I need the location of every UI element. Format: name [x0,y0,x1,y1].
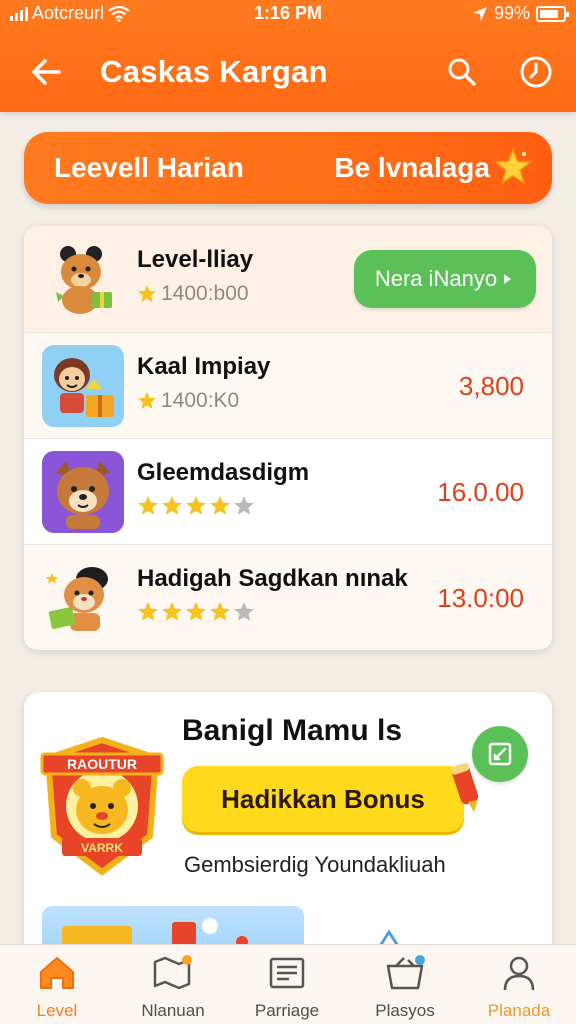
star-filled-icon [210,496,230,515]
edit-icon [488,742,512,766]
bonus-title: Banigl Mamu ls [182,714,403,747]
basket-icon [386,955,425,990]
star-rating [137,495,255,517]
nav-item-map[interactable]: Nlanuan [118,953,228,1023]
search-icon [448,58,476,86]
badge-top-text: RAOUTUR [67,756,137,772]
level-name: Gleemdasdigm [137,459,310,486]
nav-item-news[interactable]: Parriage [232,953,342,1023]
nav-label: Parriage [254,1001,320,1020]
back-button[interactable] [24,50,68,94]
clock-icon [520,56,552,88]
home-icon [40,957,74,989]
star-icon [138,285,156,302]
map-icon [153,955,192,990]
nav-item-level[interactable]: Level [2,953,112,1023]
nav-item-basket[interactable]: Plasyos [350,953,460,1023]
star-filled-icon [162,602,182,621]
bottom-nav: Level Nlanuan Parriage Plasyos Planada [0,944,576,1024]
star-filled-icon [138,496,158,515]
daily-level-banner[interactable]: Leevell Harian Be lvnalaga [24,132,552,204]
level-value: 3,800 [458,371,524,401]
star-filled-icon [162,496,182,515]
star-filled-icon [186,496,206,515]
level-name: Hadigah Sagdkan nınak [137,565,408,592]
banner-left-label: Leevell Harian [54,152,244,183]
star-empty-icon [234,496,254,515]
star-rating [137,601,255,623]
nav-label: Planada [487,1001,551,1020]
level-name: Level-lliay [137,246,254,273]
star-filled-icon [138,602,158,621]
page-title: Caskas Kargan [100,54,328,89]
nav-label: Nlanuan [141,1001,205,1020]
level-score-text: 1400:K0 [161,389,240,412]
battery-icon [536,5,569,22]
status-right: 99% [472,3,569,24]
play-button-label: Nera iNanyo [374,266,498,291]
list-item[interactable]: Gleemdasdigm 16.0.00 [24,438,552,544]
bear-badge: RAOUTUR VARRK [38,732,166,878]
chevron-right-icon [504,274,512,284]
search-button[interactable] [440,50,484,94]
star-icon [494,148,532,185]
news-icon [269,957,305,989]
bear-gift-thumbnail [42,238,124,320]
play-button[interactable]: Nera iNanyo [354,250,536,308]
badge-bottom-text: VARRK [81,841,123,855]
claim-bonus-button[interactable]: Hadikkan Bonus [182,766,464,832]
list-item[interactable]: Level-lliay 1400:b00 Nera iNanyo [24,226,552,332]
level-score-text: 1400:b00 [161,282,249,305]
bonus-description: Gembsierdig Youndakliuah [184,852,446,877]
battery-percent: 99% [493,3,530,23]
star-empty-icon [234,602,254,621]
hamster-gift-thumbnail [42,557,124,639]
star-icon [138,392,156,409]
banner-right-label: Be lvnalaga [334,152,490,183]
app-bar: Aotcreurl 1:16 PM 99% Caskas Kargan [0,0,576,112]
header: Caskas Kargan [0,40,576,102]
character-gift-thumbnail [42,345,124,427]
level-value: 13.0:00 [437,583,524,613]
level-score: 1400:b00 [137,282,249,306]
bonus-card: RAOUTUR VARRK Banigl Mamu ls Hadikkan Bo… [24,692,552,972]
status-bar: Aotcreurl 1:16 PM 99% [0,0,576,28]
list-item[interactable]: Hadigah Sagdkan nınak 13.0:00 [24,544,552,650]
history-button[interactable] [514,50,558,94]
list-item[interactable]: Kaal Impiay 1400:K0 3,800 [24,332,552,438]
level-score: 1400:K0 [137,389,239,413]
rocket-icon [451,762,479,812]
nav-label: Level [36,1001,78,1020]
back-arrow-icon [32,59,61,85]
nav-item-profile[interactable]: Planada [464,953,574,1023]
level-name: Kaal Impiay [137,353,271,380]
profile-icon [503,956,535,991]
location-arrow-icon [472,6,487,21]
level-value: 16.0.00 [437,477,524,507]
star-filled-icon [186,602,206,621]
star-filled-icon [210,602,230,621]
level-list: Level-lliay 1400:b00 Nera iNanyo Kaal Im… [24,226,552,650]
dog-thumbnail [42,451,124,533]
nav-label: Plasyos [375,1001,435,1020]
